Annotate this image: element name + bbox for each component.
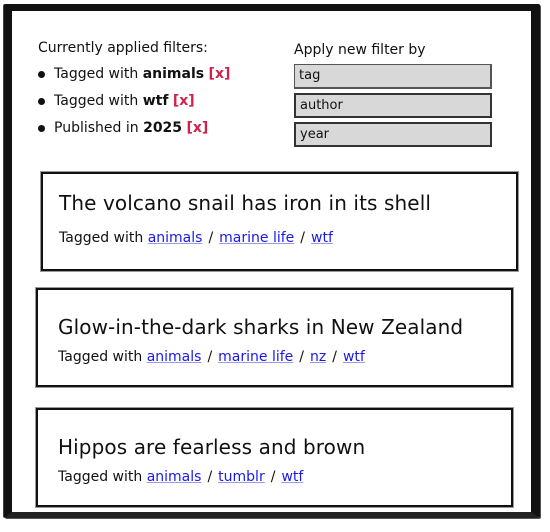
tag-link[interactable]: wtf bbox=[343, 349, 365, 365]
tag-separator: / bbox=[270, 469, 276, 485]
filter-by-author-button[interactable]: author bbox=[294, 93, 492, 118]
post-tags: Tagged with animals / tumblr / wtf bbox=[58, 469, 303, 485]
tag-link[interactable]: marine life bbox=[219, 230, 294, 246]
post-card: The volcano snail has iron in its shell … bbox=[41, 172, 518, 271]
tag-separator: / bbox=[299, 349, 305, 365]
post-tags: Tagged with animals / marine life / nz / wtf bbox=[58, 349, 365, 365]
apply-filter-panel: Apply new filter by tag author year bbox=[294, 42, 492, 151]
post-title: Glow-in-the-dark sharks in New Zealand bbox=[58, 315, 464, 339]
filter-prefix: Published in bbox=[54, 120, 139, 136]
post-card: Glow-in-the-dark sharks in New Zealand T… bbox=[36, 288, 513, 387]
tag-link[interactable]: wtf bbox=[311, 230, 333, 246]
tag-link[interactable]: animals bbox=[148, 230, 203, 246]
bullet-icon bbox=[38, 98, 45, 105]
filter-value: animals bbox=[142, 66, 205, 82]
filter-value: 2025 bbox=[143, 120, 183, 136]
tag-separator: / bbox=[300, 230, 306, 246]
tag-link[interactable]: animals bbox=[147, 349, 202, 365]
tag-link[interactable]: animals bbox=[147, 469, 202, 485]
current-filters-heading: Currently applied filters: bbox=[38, 40, 208, 56]
tag-link[interactable]: nz bbox=[310, 349, 326, 365]
filter-item: Tagged with wtf [x] bbox=[38, 92, 230, 119]
remove-filter-button[interactable]: [x] bbox=[173, 93, 195, 109]
tag-link[interactable]: marine life bbox=[218, 349, 293, 365]
tag-separator: / bbox=[207, 469, 213, 485]
remove-filter-button[interactable]: [x] bbox=[187, 120, 209, 136]
filter-by-tag-button[interactable]: tag bbox=[294, 64, 492, 89]
filter-prefix: Tagged with bbox=[54, 93, 139, 109]
tags-prefix: Tagged with bbox=[59, 230, 144, 246]
remove-filter-button[interactable]: [x] bbox=[209, 66, 231, 82]
filter-prefix: Tagged with bbox=[54, 66, 139, 82]
current-filters: Currently applied filters: Tagged with a… bbox=[38, 40, 230, 146]
filter-item: Published in 2025 [x] bbox=[38, 119, 230, 146]
post-title: The volcano snail has iron in its shell bbox=[59, 191, 432, 215]
filter-item: Tagged with animals [x] bbox=[38, 65, 230, 92]
post-card: Hippos are fearless and brown Tagged wit… bbox=[36, 408, 513, 507]
tag-link[interactable]: tumblr bbox=[218, 469, 265, 485]
post-tags: Tagged with animals / marine life / wtf bbox=[59, 230, 333, 246]
tags-prefix: Tagged with bbox=[58, 469, 143, 485]
filter-by-year-button[interactable]: year bbox=[294, 122, 492, 147]
bullet-icon bbox=[38, 71, 45, 78]
tag-separator: / bbox=[207, 349, 213, 365]
tag-separator: / bbox=[332, 349, 337, 365]
tag-link[interactable]: wtf bbox=[281, 469, 303, 485]
post-title: Hippos are fearless and brown bbox=[58, 435, 366, 459]
tags-prefix: Tagged with bbox=[58, 349, 143, 365]
tag-separator: / bbox=[208, 230, 214, 246]
bullet-icon bbox=[38, 125, 45, 132]
apply-filter-heading: Apply new filter by bbox=[294, 42, 426, 58]
filter-value: wtf bbox=[142, 93, 169, 109]
